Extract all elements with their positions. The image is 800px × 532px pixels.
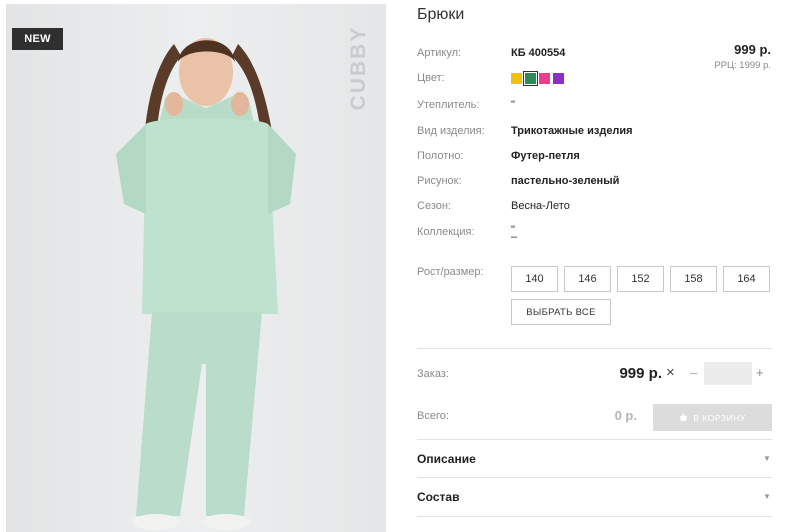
select-all-button[interactable]: ВЫБРАТЬ ВСЕ — [511, 299, 611, 325]
size-option-140[interactable]: 140 — [511, 266, 558, 292]
order-label: Заказ: — [417, 368, 449, 380]
brand-watermark: CUBBY — [341, 18, 377, 118]
product-photo[interactable]: NEW CUBBY — [6, 4, 386, 532]
fabric-value: Футер-петля — [511, 150, 580, 162]
product-price: 999 р. — [734, 42, 771, 57]
total-label: Всего: — [417, 410, 449, 422]
color-label: Цвет: — [417, 72, 445, 84]
article-value: КБ 400554 — [511, 47, 566, 59]
chevron-down-icon[interactable]: ▼ — [763, 454, 771, 463]
article-label: Артикул: — [417, 47, 462, 59]
pattern-value: пастельно-зеленый — [511, 175, 620, 187]
brand-text: CUBBY — [347, 25, 370, 111]
divider — [417, 477, 772, 478]
season-label: Сезон: — [417, 200, 451, 212]
plus-button[interactable]: + — [756, 365, 764, 380]
size-option-152[interactable]: 152 — [617, 266, 664, 292]
type-label: Вид изделия: — [417, 125, 485, 137]
times-icon: × — [666, 364, 675, 381]
size-label: Рост/размер: — [417, 266, 484, 278]
color-swatch-green[interactable] — [523, 71, 538, 86]
size-options: 140 146 152 158 164 — [511, 266, 770, 292]
composition-accordion[interactable]: Состав — [417, 490, 459, 504]
collection-value-dash: – — [511, 231, 518, 243]
model-illustration — [6, 4, 386, 532]
color-swatch-pink[interactable] — [539, 73, 550, 84]
new-badge: NEW — [12, 28, 63, 50]
pattern-label: Рисунок: — [417, 175, 462, 187]
divider — [417, 516, 772, 517]
minus-button[interactable]: – — [690, 365, 697, 380]
add-to-cart-button[interactable]: В КОРЗИНУ — [653, 404, 772, 431]
recommended-price: РРЦ: 1999 р. — [714, 60, 771, 71]
color-swatch-yellow[interactable] — [511, 73, 522, 84]
divider — [417, 439, 772, 440]
insulation-value: " — [511, 99, 515, 111]
order-price: 999 р. — [619, 365, 662, 382]
fabric-label: Полотно: — [417, 150, 464, 162]
season-value: Весна-Лето — [511, 200, 570, 212]
add-to-cart-label: В КОРЗИНУ — [693, 412, 746, 423]
size-option-164[interactable]: 164 — [723, 266, 770, 292]
color-swatch-purple[interactable] — [553, 73, 564, 84]
basket-icon — [680, 413, 688, 421]
color-swatches — [511, 71, 564, 86]
total-value: 0 р. — [614, 408, 637, 423]
description-accordion[interactable]: Описание — [417, 452, 476, 466]
divider — [417, 348, 772, 349]
size-option-158[interactable]: 158 — [670, 266, 717, 292]
insulation-label: Утеплитель: — [417, 99, 480, 111]
product-title: Брюки — [417, 6, 465, 23]
quantity-input[interactable] — [704, 362, 752, 385]
chevron-down-icon[interactable]: ▼ — [763, 492, 771, 501]
size-option-146[interactable]: 146 — [564, 266, 611, 292]
type-value: Трикотажные изделия — [511, 125, 633, 137]
collection-label: Коллекция: — [417, 226, 475, 238]
